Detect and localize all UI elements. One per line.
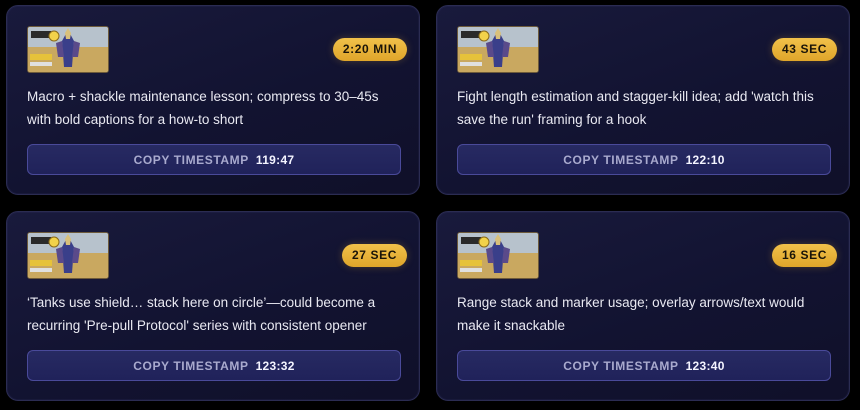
timestamp-value: 123:40 [685,358,725,373]
duration-badge: 2:20 MIN [332,38,407,61]
clip-description: Range stack and marker usage; overlay ar… [457,295,805,333]
copy-timestamp-button[interactable]: COPY TIMESTAMP 123:40 [457,350,831,381]
copy-timestamp-label: COPY TIMESTAMP [563,358,679,373]
clip-card: 27 SEC ‘Tanks use shield… stack here on … [6,211,420,401]
copy-timestamp-label: COPY TIMESTAMP [563,152,679,167]
clip-thumbnail [457,26,539,73]
clip-card: 2:20 MIN Macro + shackle maintenance les… [6,5,420,195]
copy-timestamp-button[interactable]: COPY TIMESTAMP 123:32 [27,350,401,381]
clip-card: 16 SEC Range stack and marker usage; ove… [436,211,850,401]
clip-description: Fight length estimation and stagger-kill… [457,89,814,127]
duration-badge: 16 SEC [772,244,837,267]
clip-card: 43 SEC Fight length estimation and stagg… [436,5,850,195]
timestamp-value: 122:10 [685,152,725,167]
duration-badge: 27 SEC [342,244,407,267]
copy-timestamp-label: COPY TIMESTAMP [133,358,249,373]
clip-thumbnail [27,26,109,73]
timestamp-value: 123:32 [255,358,295,373]
clip-description: ‘Tanks use shield… stack here on circle’… [27,295,376,333]
duration-badge: 43 SEC [772,38,837,61]
clip-description: Macro + shackle maintenance lesson; comp… [27,89,379,127]
copy-timestamp-label: COPY TIMESTAMP [133,152,249,167]
clip-thumbnail [27,232,109,279]
copy-timestamp-button[interactable]: COPY TIMESTAMP 122:10 [457,144,831,175]
clip-grid: 2:20 MIN Macro + shackle maintenance les… [0,0,860,410]
timestamp-value: 119:47 [255,152,295,167]
clip-thumbnail [457,232,539,279]
copy-timestamp-button[interactable]: COPY TIMESTAMP 119:47 [27,144,401,175]
